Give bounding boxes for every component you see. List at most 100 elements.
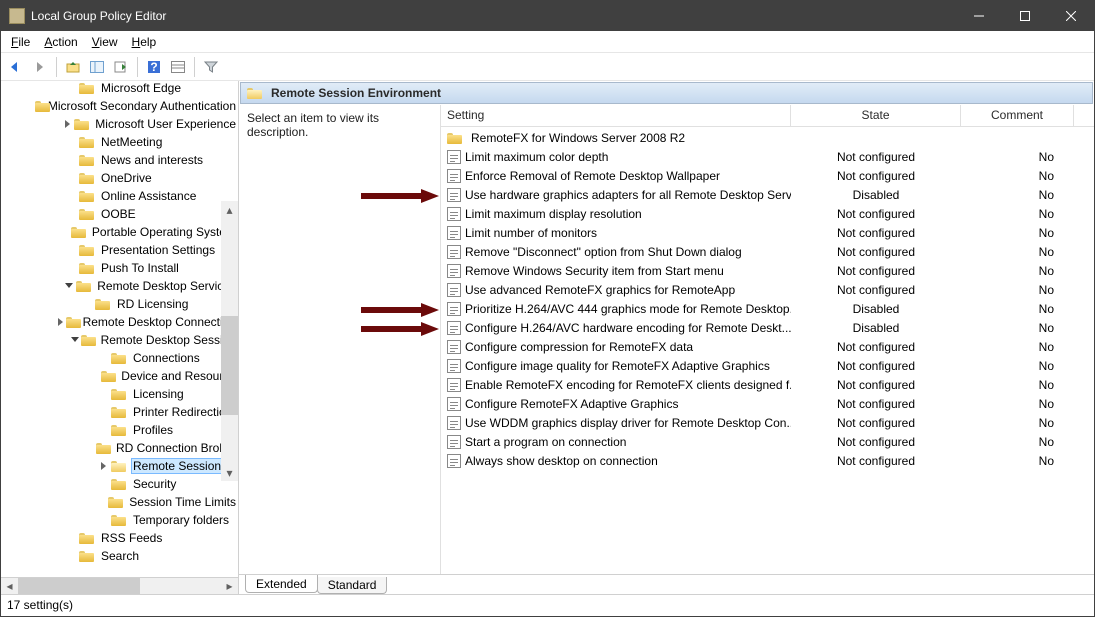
tree-node[interactable]: Profiles: [1, 421, 238, 439]
scroll-up-icon[interactable]: ▴: [221, 201, 238, 218]
setting-row[interactable]: Remove Windows Security item from Start …: [441, 261, 1094, 280]
tree-node[interactable]: Microsoft Edge: [1, 81, 238, 97]
scroll-right-icon[interactable]: ▸: [221, 578, 238, 594]
chevron-down-icon[interactable]: [69, 333, 81, 347]
folder-icon: [74, 117, 89, 131]
menu-view[interactable]: View: [86, 33, 124, 51]
forward-button[interactable]: [29, 56, 51, 78]
tree-node[interactable]: Licensing: [1, 385, 238, 403]
tree-node-label: Session Time Limits: [127, 495, 238, 509]
tab-extended[interactable]: Extended: [245, 575, 318, 593]
col-setting[interactable]: Setting: [441, 105, 791, 126]
scroll-left-icon[interactable]: ◂: [1, 578, 18, 594]
setting-row[interactable]: RemoteFX for Windows Server 2008 R2: [441, 128, 1094, 147]
tree-node[interactable]: Portable Operating System: [1, 223, 238, 241]
tree-node[interactable]: Online Assistance: [1, 187, 238, 205]
tab-standard[interactable]: Standard: [317, 577, 388, 594]
export-list-button[interactable]: [110, 56, 132, 78]
setting-row[interactable]: Limit maximum color depthNot configuredN…: [441, 147, 1094, 166]
expander-none: [97, 423, 111, 437]
setting-row[interactable]: Configure image quality for RemoteFX Ada…: [441, 356, 1094, 375]
tree-node-label: Temporary folders: [131, 513, 231, 527]
titlebar[interactable]: Local Group Policy Editor: [1, 1, 1094, 31]
setting-row[interactable]: Prioritize H.264/AVC 444 graphics mode f…: [441, 299, 1094, 318]
expander-none: [97, 477, 111, 491]
folder-icon: [76, 279, 91, 293]
tree-node[interactable]: Device and Resource: [1, 367, 238, 385]
tree-scroll[interactable]: Microsoft Edge Microsoft Secondary Authen…: [1, 81, 238, 577]
tree-node[interactable]: Remote Desktop Connection: [1, 313, 238, 331]
help-button[interactable]: ?: [143, 56, 165, 78]
maximize-button[interactable]: [1002, 1, 1048, 31]
tree-node-label: News and interests: [99, 153, 205, 167]
setting-row[interactable]: Limit maximum display resolutionNot conf…: [441, 204, 1094, 223]
scroll-down-icon[interactable]: ▾: [221, 464, 238, 481]
tree-node[interactable]: News and interests: [1, 151, 238, 169]
col-comment[interactable]: Comment: [961, 105, 1074, 126]
setting-row[interactable]: Enforce Removal of Remote Desktop Wallpa…: [441, 166, 1094, 185]
tree-node-label: RD Licensing: [115, 297, 190, 311]
detail-body: Select an item to view its description. …: [239, 105, 1094, 574]
menu-action[interactable]: Action: [38, 33, 83, 51]
tree-node[interactable]: NetMeeting: [1, 133, 238, 151]
setting-row[interactable]: Configure RemoteFX Adaptive GraphicsNot …: [441, 394, 1094, 413]
setting-row[interactable]: Start a program on connectionNot configu…: [441, 432, 1094, 451]
tree-node[interactable]: Connections: [1, 349, 238, 367]
setting-row[interactable]: Configure H.264/AVC hardware encoding fo…: [441, 318, 1094, 337]
up-button[interactable]: [62, 56, 84, 78]
setting-row[interactable]: Remove "Disconnect" option from Shut Dow…: [441, 242, 1094, 261]
chevron-right-icon[interactable]: [56, 315, 66, 329]
expander-none: [97, 513, 111, 527]
tree-node[interactable]: Remote Desktop Services: [1, 277, 238, 295]
setting-name: Configure H.264/AVC hardware encoding fo…: [465, 321, 791, 335]
show-hide-tree-button[interactable]: [86, 56, 108, 78]
tree-node[interactable]: OOBE: [1, 205, 238, 223]
chevron-right-icon[interactable]: [61, 117, 74, 131]
filter-button[interactable]: [200, 56, 222, 78]
setting-row[interactable]: Enable RemoteFX encoding for RemoteFX cl…: [441, 375, 1094, 394]
close-button[interactable]: [1048, 1, 1094, 31]
tree-node[interactable]: Remote Desktop Session: [1, 331, 238, 349]
expander-none: [59, 225, 72, 239]
setting-row[interactable]: Configure compression for RemoteFX dataN…: [441, 337, 1094, 356]
tree-node[interactable]: Microsoft Secondary Authentication: [1, 97, 238, 115]
tree-node[interactable]: Printer Redirection: [1, 403, 238, 421]
menu-file[interactable]: File: [5, 33, 36, 51]
col-state[interactable]: State: [791, 105, 961, 126]
tree-node[interactable]: Presentation Settings: [1, 241, 238, 259]
tree-node[interactable]: Remote Session: [1, 457, 238, 475]
tree-node-label: Microsoft Secondary Authentication: [46, 99, 238, 113]
back-button[interactable]: [5, 56, 27, 78]
setting-row[interactable]: Always show desktop on connectionNot con…: [441, 451, 1094, 470]
tree-node[interactable]: RSS Feeds: [1, 529, 238, 547]
setting-row[interactable]: Use advanced RemoteFX graphics for Remot…: [441, 280, 1094, 299]
folder-icon: [111, 423, 127, 437]
tree-node[interactable]: Temporary folders: [1, 511, 238, 529]
setting-comment: No: [961, 207, 1074, 221]
tree-node[interactable]: OneDrive: [1, 169, 238, 187]
menu-help[interactable]: Help: [126, 33, 163, 51]
tree-vscrollbar[interactable]: ▴ ▾: [221, 201, 238, 481]
tree-node[interactable]: RD Licensing: [1, 295, 238, 313]
tree-node[interactable]: Session Time Limits: [1, 493, 238, 511]
chevron-right-icon[interactable]: [97, 459, 111, 473]
setting-row[interactable]: Limit number of monitorsNot configuredNo: [441, 223, 1094, 242]
setting-comment: No: [961, 359, 1074, 373]
tree-node[interactable]: Security: [1, 475, 238, 493]
tree-hscrollbar[interactable]: ◂ ▸: [1, 577, 238, 594]
setting-row[interactable]: Use WDDM graphics display driver for Rem…: [441, 413, 1094, 432]
tree-node[interactable]: Search: [1, 547, 238, 565]
setting-state: Not configured: [791, 264, 961, 278]
expander-none: [65, 171, 79, 185]
policy-icon: [447, 169, 461, 183]
expander-none: [65, 243, 79, 257]
tree-node[interactable]: RD Connection Broker: [1, 439, 238, 457]
tree-node[interactable]: Microsoft User Experience: [1, 115, 238, 133]
properties-button[interactable]: [167, 56, 189, 78]
minimize-button[interactable]: [956, 1, 1002, 31]
chevron-down-icon[interactable]: [62, 279, 75, 293]
tree-node[interactable]: Push To Install: [1, 259, 238, 277]
setting-row[interactable]: Use hardware graphics adapters for all R…: [441, 185, 1094, 204]
folder-icon: [66, 315, 77, 329]
policy-icon: [447, 397, 461, 411]
